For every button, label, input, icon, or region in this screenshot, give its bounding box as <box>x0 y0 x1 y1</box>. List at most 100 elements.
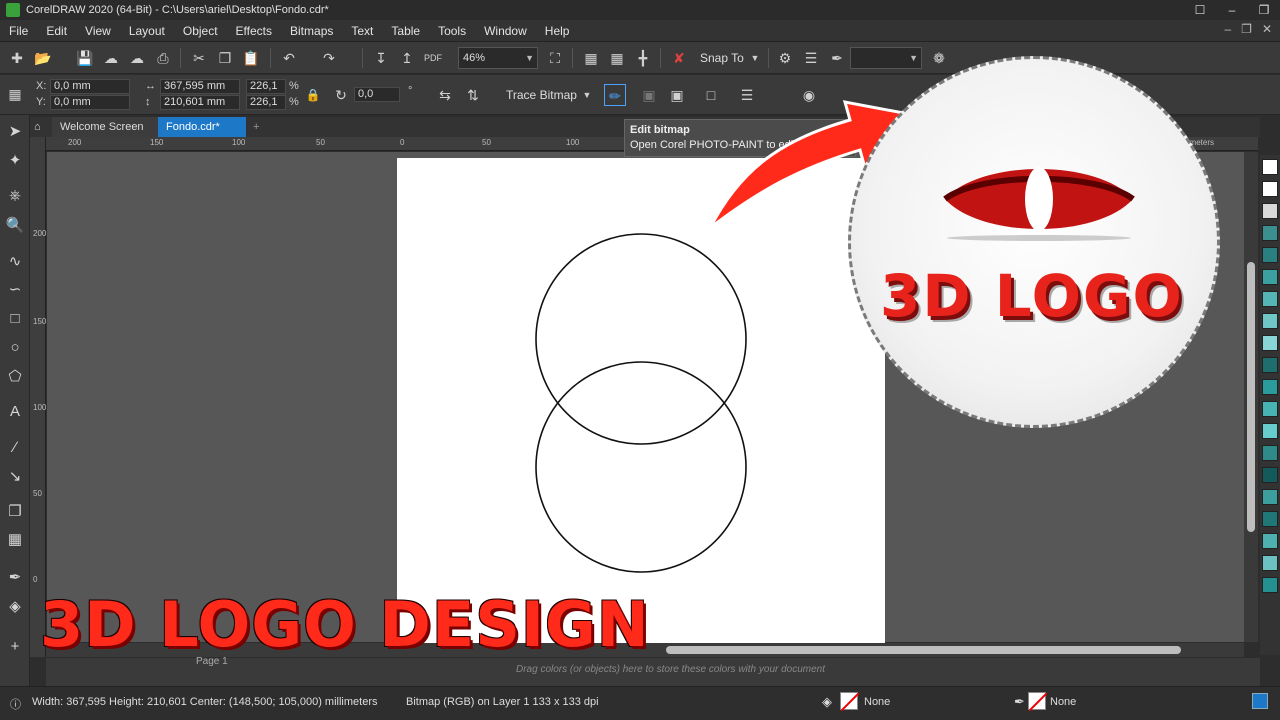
palette-swatch[interactable] <box>1262 489 1278 505</box>
rectangle-tool-icon[interactable]: □ <box>4 308 26 330</box>
add-tab-button[interactable]: + <box>248 117 266 137</box>
menu-object[interactable]: Object <box>174 24 227 38</box>
artistic-media-icon[interactable]: ∽ <box>4 279 26 301</box>
connector-tool-icon[interactable]: ↘ <box>4 466 26 488</box>
palette-swatch[interactable] <box>1262 203 1278 219</box>
palette-swatch[interactable] <box>1262 159 1278 175</box>
import-icon[interactable]: ↧ <box>370 47 392 69</box>
home-icon[interactable]: ⌂ <box>30 117 52 137</box>
paste-icon[interactable]: 📋 <box>240 47 262 69</box>
tab-fondo-cdr[interactable]: Fondo.cdr* <box>158 117 246 137</box>
palette-swatch[interactable] <box>1262 181 1278 197</box>
palette-swatch[interactable] <box>1262 445 1278 461</box>
copy-icon[interactable]: ❐ <box>214 47 236 69</box>
palette-swatch[interactable] <box>1262 379 1278 395</box>
show-grid-icon[interactable]: ▦ <box>606 47 628 69</box>
save-icon[interactable]: 💾 <box>74 47 96 69</box>
transparency-icon[interactable]: ▦ <box>4 529 26 551</box>
maximize-button[interactable]: ❐ <box>1248 0 1280 20</box>
rotation-field[interactable]: 0,0 <box>354 87 400 102</box>
palette-swatch[interactable] <box>1262 555 1278 571</box>
crop-bitmap-icon[interactable]: ▣ <box>638 84 660 106</box>
palette-swatch[interactable] <box>1262 511 1278 527</box>
cut-icon[interactable]: ✂ <box>188 47 210 69</box>
menu-help[interactable]: Help <box>536 24 579 38</box>
redo-icon[interactable]: ↷ <box>318 47 340 69</box>
height-field[interactable]: 210,601 mm <box>160 95 240 110</box>
vertical-scrollbar[interactable] <box>1244 152 1258 642</box>
menu-tools[interactable]: Tools <box>429 24 475 38</box>
cloud-download-icon[interactable]: ☁ <box>126 47 148 69</box>
menu-view[interactable]: View <box>76 24 120 38</box>
new-document-icon[interactable]: ✚ <box>6 47 28 69</box>
fill-bucket-icon[interactable]: ◈ <box>822 694 832 710</box>
palette-swatch[interactable] <box>1262 247 1278 263</box>
mirror-vertical-icon[interactable]: ⇅ <box>462 84 484 106</box>
freehand-tool-icon[interactable]: ∿ <box>4 251 26 273</box>
parallel-dimension-icon[interactable]: ∕ <box>4 437 26 459</box>
scale-x-field[interactable]: 226,1 <box>246 79 286 94</box>
restore-icon[interactable]: ☐ <box>1184 0 1216 20</box>
show-rulers-icon[interactable]: ▦ <box>580 47 602 69</box>
menu-file[interactable]: File <box>0 24 37 38</box>
cloud-upload-icon[interactable]: ☁ <box>100 47 122 69</box>
add-tool-icon[interactable]: + <box>4 636 26 658</box>
palette-swatch[interactable] <box>1262 335 1278 351</box>
menu-effects[interactable]: Effects <box>227 24 281 38</box>
export-icon[interactable]: ↥ <box>396 47 418 69</box>
ellipse-tool-icon[interactable]: ○ <box>4 337 26 359</box>
palette-swatch[interactable] <box>1262 533 1278 549</box>
lock-ratio-icon[interactable]: 🔒 <box>302 84 324 106</box>
palette-swatch[interactable] <box>1262 357 1278 373</box>
palette-swatch[interactable] <box>1262 313 1278 329</box>
polygon-tool-icon[interactable]: ⬠ <box>4 366 26 388</box>
edit-bitmap-icon[interactable]: ✏ <box>604 84 626 106</box>
close-doc-icon[interactable]: ✕ <box>1262 22 1272 36</box>
menu-edit[interactable]: Edit <box>37 24 76 38</box>
palette-swatch[interactable] <box>1262 269 1278 285</box>
menu-table[interactable]: Table <box>382 24 429 38</box>
menu-text[interactable]: Text <box>342 24 382 38</box>
palette-swatch[interactable] <box>1262 467 1278 483</box>
zoom-tool-icon[interactable]: 🔍 <box>4 215 26 237</box>
trace-bitmap-button[interactable]: Trace Bitmap <box>506 88 577 102</box>
undo-icon[interactable]: ↶ <box>278 47 300 69</box>
no-outline-swatch[interactable] <box>1028 692 1048 712</box>
palette-swatch[interactable] <box>1262 577 1278 593</box>
minimize-doc-icon[interactable]: – <box>1224 22 1231 36</box>
palette-swatch[interactable] <box>1262 423 1278 439</box>
drop-shadow-icon[interactable]: ❐ <box>4 501 26 523</box>
restore-doc-icon[interactable]: ❐ <box>1241 22 1252 36</box>
pdf-icon[interactable]: PDF <box>422 47 444 69</box>
top-circle[interactable] <box>535 233 747 445</box>
shape-tool-icon[interactable]: ✦ <box>4 150 26 172</box>
scroll-thumb[interactable] <box>666 646 1181 654</box>
x-position-field[interactable]: 0,0 mm <box>50 79 130 94</box>
menu-bitmaps[interactable]: Bitmaps <box>281 24 342 38</box>
crop-tool-icon[interactable]: ⎈ <box>4 185 26 207</box>
no-fill-swatch[interactable] <box>840 692 860 712</box>
outline-pen-icon[interactable]: ✒ <box>1014 694 1025 710</box>
interactive-fill-icon[interactable]: ◈ <box>4 596 26 618</box>
scroll-thumb[interactable] <box>1247 262 1255 532</box>
eyedropper-icon[interactable]: ✒ <box>4 567 26 589</box>
snap-off-icon[interactable]: ✘ <box>668 47 690 69</box>
resample-icon[interactable]: ▣ <box>666 84 688 106</box>
reference-point-icon[interactable]: ▦ <box>4 83 26 105</box>
text-tool-icon[interactable]: A <box>4 401 26 423</box>
palette-swatch[interactable] <box>1262 291 1278 307</box>
color-proof-icon[interactable] <box>1252 693 1268 709</box>
menu-window[interactable]: Window <box>475 24 536 38</box>
show-guidelines-icon[interactable]: ╋ <box>632 47 654 69</box>
chevron-down-icon[interactable]: ▼ <box>576 84 598 106</box>
tab-welcome-screen[interactable]: Welcome Screen <box>52 117 158 137</box>
y-position-field[interactable]: 0,0 mm <box>50 95 130 110</box>
bottom-circle[interactable] <box>535 361 747 573</box>
mirror-horizontal-icon[interactable]: ⇆ <box>434 84 456 106</box>
scale-y-field[interactable]: 226,1 <box>246 95 286 110</box>
menu-layout[interactable]: Layout <box>120 24 174 38</box>
full-screen-icon[interactable]: ⛶ <box>544 47 566 69</box>
minimize-button[interactable]: – <box>1216 0 1248 20</box>
open-folder-icon[interactable]: 📂 <box>32 47 54 69</box>
print-icon[interactable]: ⎙ <box>152 47 174 69</box>
